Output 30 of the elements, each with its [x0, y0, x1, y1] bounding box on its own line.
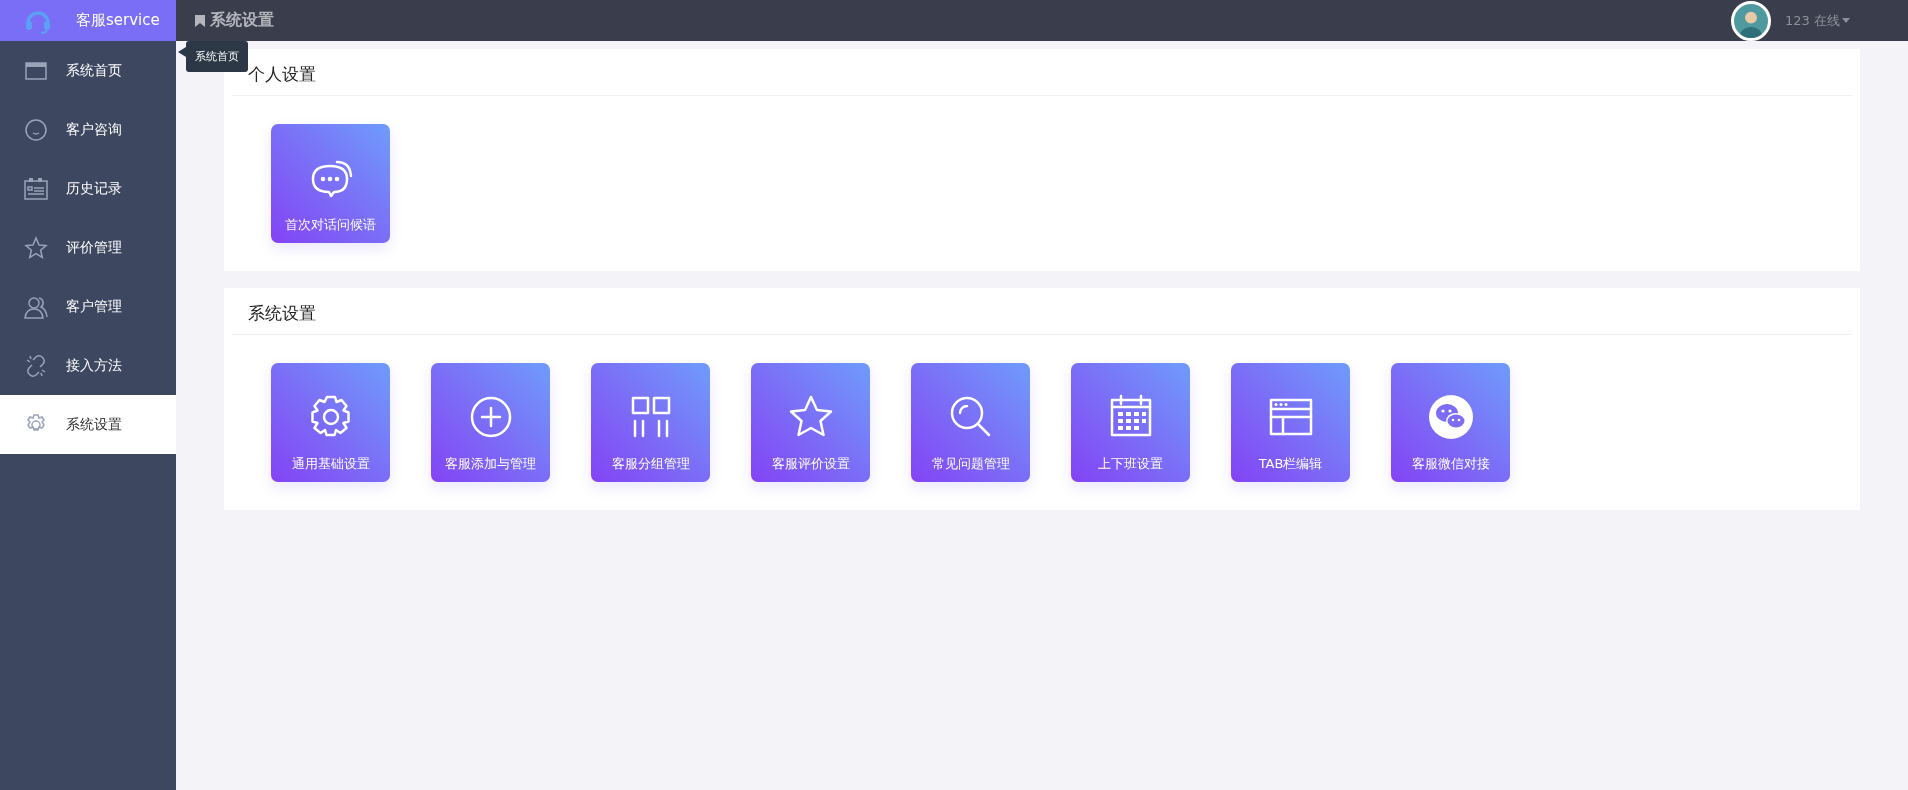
settings-tile[interactable]: 客服分组管理: [591, 363, 710, 482]
caret-icon: [1842, 18, 1850, 23]
broken-link-icon: [24, 353, 48, 378]
smiley-icon: [24, 117, 48, 142]
settings-tile[interactable]: TAB栏编辑: [1231, 363, 1350, 482]
app-title: 客服service: [76, 11, 160, 30]
sidebar-item[interactable]: 系统设置: [0, 395, 176, 454]
user-status-dropdown[interactable]: 123 在线: [1785, 11, 1850, 30]
person-icon: [24, 294, 48, 319]
section-title: 系统设置: [232, 288, 1852, 335]
bookmark-icon: [194, 13, 206, 28]
sidebar-item[interactable]: 系统首页: [0, 41, 176, 100]
sidebar-item[interactable]: 客户管理: [0, 277, 176, 336]
settings-tile[interactable]: 客服微信对接: [1391, 363, 1510, 482]
document-list-icon: [24, 176, 48, 201]
settings-tile[interactable]: 首次对话问候语: [271, 124, 390, 243]
settings-tile[interactable]: 常见问题管理: [911, 363, 1030, 482]
chat-bubbles-icon: [1426, 393, 1475, 441]
sidebar-item[interactable]: 评价管理: [0, 218, 176, 277]
page-title: 系统设置: [210, 10, 274, 31]
star-icon: [24, 235, 48, 260]
sidebar-item[interactable]: 接入方法: [0, 336, 176, 395]
settings-tile[interactable]: 客服评价设置: [751, 363, 870, 482]
tooltip: 系统首页: [178, 41, 248, 72]
sidebar-item[interactable]: 历史记录: [0, 159, 176, 218]
settings-tile[interactable]: 上下班设置: [1071, 363, 1190, 482]
avatar[interactable]: [1731, 0, 1772, 41]
sidebar-item[interactable]: 客户咨询: [0, 100, 176, 159]
settings-tile[interactable]: 通用基础设置: [271, 363, 390, 482]
settings-tile[interactable]: 客服添加与管理: [431, 363, 550, 482]
